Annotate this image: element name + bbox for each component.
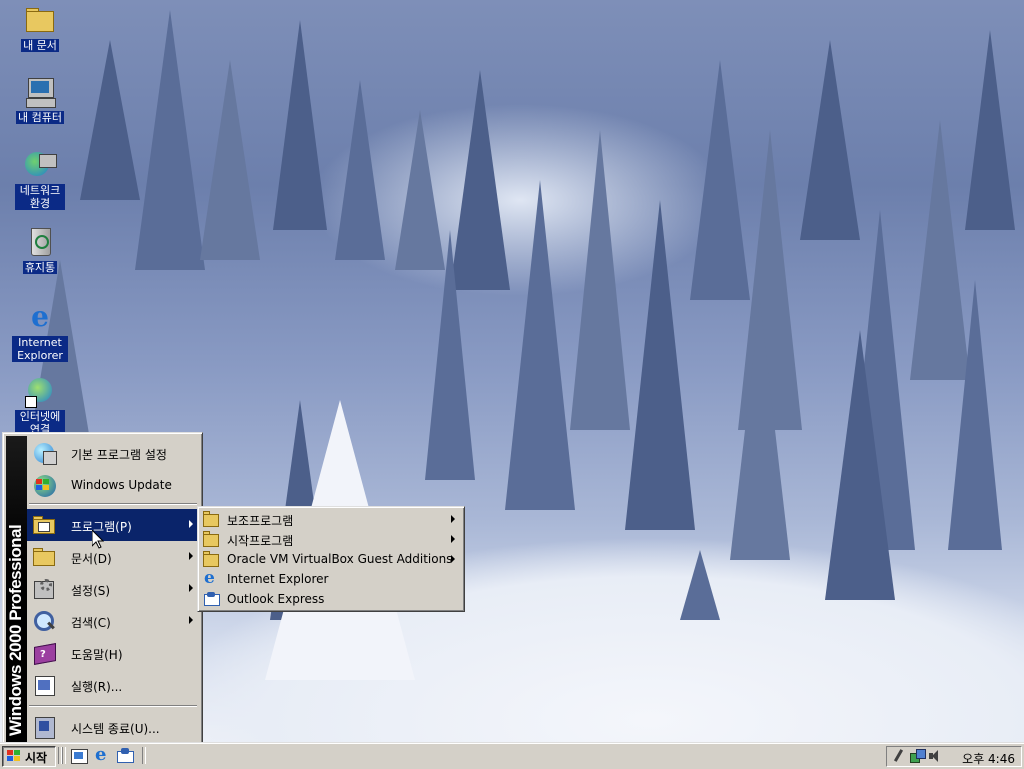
- submenu-arrow-icon: [189, 616, 193, 624]
- internet-explorer-icon[interactable]: e: [93, 744, 111, 765]
- wallpaper-tree: [965, 30, 1015, 230]
- network-places-icon: [23, 150, 57, 182]
- show-desktop-icon[interactable]: [70, 747, 88, 765]
- start-menu-item-documents[interactable]: 문서(D): [27, 541, 199, 573]
- programs-item-startup[interactable]: 시작프로그램: [201, 529, 461, 549]
- search-icon: [32, 609, 56, 633]
- program-group-icon: [203, 511, 219, 527]
- clock[interactable]: 오후 4:46: [962, 750, 1015, 767]
- desktop-icon-connect-to-internet[interactable]: 인터넷에 연결: [2, 376, 78, 436]
- desktop-icon-network-places[interactable]: 네트워크 환경: [2, 150, 78, 210]
- menu-separator: [29, 705, 197, 707]
- start-menu-item-run[interactable]: 실행(R)...: [27, 669, 199, 701]
- recycle-bin-icon: [23, 226, 57, 258]
- submenu-arrow-icon: [451, 555, 455, 563]
- windows-update-icon: [32, 473, 56, 497]
- taskbar-divider: [62, 747, 66, 764]
- submenu-arrow-icon: [451, 515, 455, 523]
- wallpaper-tree: [425, 230, 475, 480]
- start-menu-item-programs[interactable]: 프로그램(P): [27, 509, 199, 541]
- submenu-arrow-icon: [189, 584, 193, 592]
- wallpaper-tree: [200, 60, 260, 260]
- my-documents-icon: [23, 4, 57, 36]
- wallpaper-tree: [947, 280, 1002, 550]
- wallpaper-tree: [680, 550, 720, 620]
- start-menu-item-shutdown[interactable]: 시스템 종료(U)...: [27, 711, 199, 743]
- programs-item-internet-explorer[interactable]: e Internet Explorer: [201, 568, 461, 589]
- desktop-icon-label: 내 문서: [21, 39, 59, 52]
- wallpaper-tree: [80, 40, 140, 200]
- run-icon: [32, 673, 56, 697]
- wallpaper-tree: [272, 20, 327, 230]
- my-computer-icon: [23, 76, 57, 108]
- start-menu-item-default-programs[interactable]: 기본 프로그램 설정: [27, 437, 199, 469]
- help-book-icon: ?: [32, 641, 56, 665]
- desktop-icon-my-computer[interactable]: 내 컴퓨터: [2, 76, 78, 124]
- connect-to-internet-icon: [23, 376, 57, 408]
- start-menu-item-search[interactable]: 검색(C): [27, 605, 199, 637]
- start-label: 시작: [25, 751, 48, 765]
- default-programs-icon: [32, 441, 57, 465]
- wallpaper-tree: [135, 10, 205, 270]
- wallpaper-tree: [335, 80, 385, 260]
- taskbar: 시작 e 오후 4:46: [0, 742, 1024, 769]
- shutdown-icon: [32, 715, 56, 739]
- taskbar-divider: [142, 747, 146, 764]
- desktop-icon-internet-explorer[interactable]: e Internet Explorer: [2, 302, 78, 362]
- desktop-icon-label: 내 컴퓨터: [16, 111, 64, 124]
- internet-explorer-icon: e: [204, 568, 215, 588]
- volume-icon[interactable]: [927, 748, 943, 764]
- programs-folder-icon: [32, 513, 56, 537]
- wallpaper-tree: [625, 200, 695, 530]
- outlook-express-icon: [203, 591, 220, 607]
- desktop-icon-label: 네트워크 환경: [15, 184, 65, 210]
- start-menu-item-help[interactable]: ? 도움말(H): [27, 637, 199, 669]
- documents-folder-icon: [32, 545, 56, 569]
- submenu-arrow-icon: [451, 535, 455, 543]
- programs-item-outlook-express[interactable]: Outlook Express: [201, 589, 461, 609]
- network-icon[interactable]: [909, 748, 926, 764]
- start-menu-banner: Windows 2000 Professional: [6, 436, 27, 742]
- desktop-icon-label: Internet Explorer: [12, 336, 68, 362]
- programs-item-accessories[interactable]: 보조프로그램: [201, 509, 461, 529]
- start-menu-item-windows-update[interactable]: Windows Update: [27, 469, 199, 501]
- wallpaper-tree: [505, 180, 575, 510]
- program-group-icon: [203, 551, 219, 567]
- desktop-icon-my-documents[interactable]: 내 문서: [2, 4, 78, 52]
- menu-separator: [29, 503, 197, 505]
- desktop-icon-label: 휴지통: [22, 261, 58, 274]
- mouse-cursor-icon: [92, 530, 104, 549]
- submenu-arrow-icon: [189, 520, 193, 528]
- start-menu: Windows 2000 Professional 기본 프로그램 설정 Win…: [2, 432, 203, 746]
- internet-explorer-icon: e: [31, 300, 49, 333]
- settings-icon: [32, 577, 56, 601]
- windows-logo-icon: [7, 750, 21, 762]
- system-tray: 오후 4:46: [886, 746, 1022, 767]
- start-button[interactable]: 시작: [2, 746, 56, 767]
- programs-item-virtualbox[interactable]: Oracle VM VirtualBox Guest Additions: [201, 549, 461, 569]
- pen-icon[interactable]: [891, 748, 907, 764]
- outlook-express-icon[interactable]: [116, 747, 134, 765]
- wallpaper-tree: [825, 330, 895, 600]
- program-group-icon: [203, 531, 219, 547]
- start-menu-item-settings[interactable]: 설정(S): [27, 573, 199, 605]
- submenu-arrow-icon: [189, 552, 193, 560]
- desktop-icon-recycle-bin[interactable]: 휴지통: [2, 226, 78, 274]
- wallpaper-tree: [570, 130, 630, 430]
- wallpaper-tree: [730, 300, 790, 560]
- programs-submenu: 보조프로그램 시작프로그램 Oracle VM VirtualBox Guest…: [197, 506, 465, 612]
